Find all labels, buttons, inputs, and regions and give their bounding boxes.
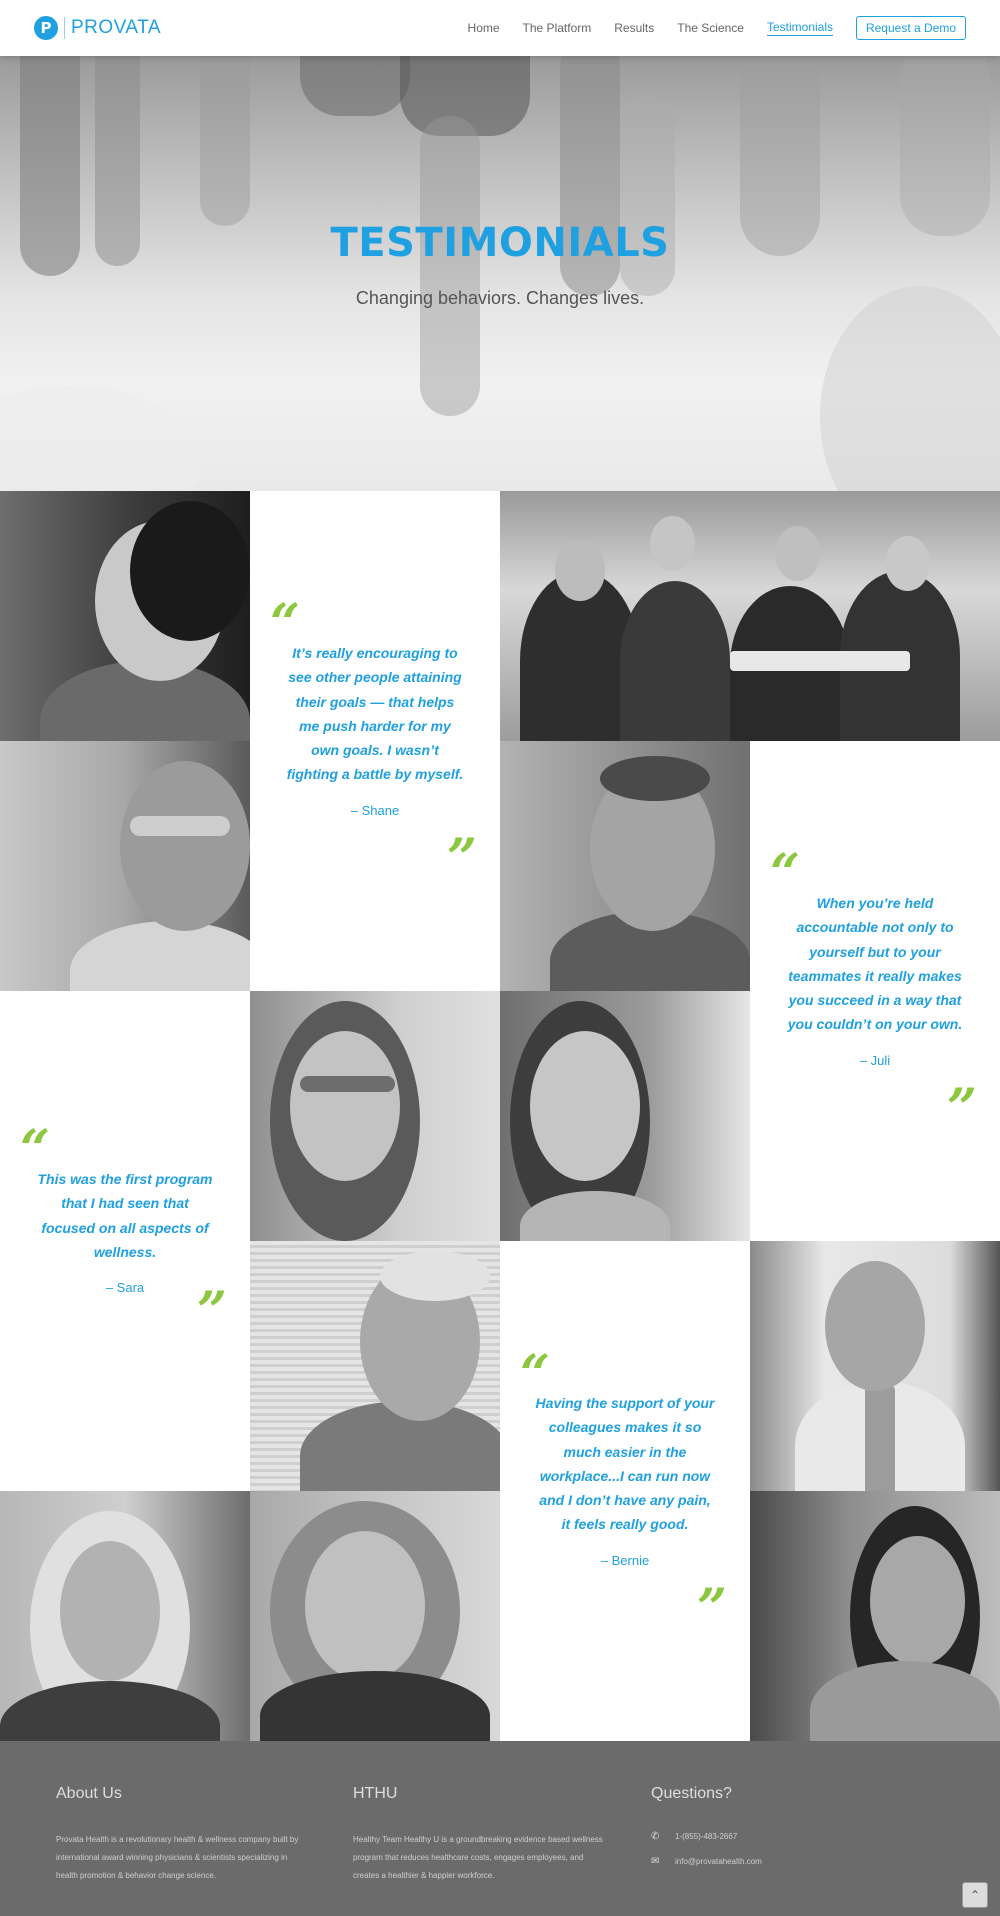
footer: About Us Provata Health is a revolutiona… [0,1741,1000,1916]
footer-hthu-text: Healthy Team Healthy U is a groundbreaki… [353,1835,603,1880]
footer-email[interactable]: ✉ info@provatahealth.com [651,1854,762,1868]
quote-text: Having the support of your colleagues ma… [535,1395,715,1533]
mail-icon: ✉ [651,1855,660,1867]
back-to-top-button[interactable]: ⌃ [962,1882,988,1908]
footer-questions-title: Questions? [651,1785,732,1802]
nav-item-testimonials[interactable]: Testimonials [766,20,833,36]
photo-man-glasses [0,741,250,991]
close-quote-icon: ” [447,828,477,889]
quote-card-bernie: “ Having the support of your colleagues … [500,1241,750,1741]
brand-name: PROVATA [64,17,161,39]
footer-hthu-title: HTHU [353,1785,398,1802]
photo-woman-profile [0,491,250,741]
close-quote-icon: ” [197,1281,227,1342]
quote-author: – Shane [350,802,400,818]
footer-about-title: About Us [56,1785,122,1802]
footer-about-text: Provata Health is a revolutionary health… [56,1835,299,1880]
quote-text: When you’re held accountable not only to… [787,895,963,1033]
phone-number: 1-(855)-483-2667 [675,1831,738,1841]
top-navbar: P PROVATA Home The Platform Results The … [0,0,1000,56]
page-title: TESTIMONIALS [330,220,670,266]
provata-logo-icon: P [34,16,58,40]
phone-icon: ✆ [651,1830,660,1842]
close-quote-icon: ” [947,1078,977,1139]
footer-hthu: HTHU Healthy Team Healthy U is a groundb… [353,1785,603,1885]
footer-questions: Questions? ✆ 1-(855)-483-2667 ✉ info@pro… [651,1785,762,1879]
quote-text: It’s really encouraging to see other peo… [286,645,464,783]
nav-links: Home The Platform Results The Science Te… [468,0,1000,56]
photo-woman-smiling [500,991,750,1241]
quote-author: – Bernie [600,1552,650,1568]
nav-item-home[interactable]: Home [468,21,500,35]
quote-card-juli: “ When you’re held accountable not only … [750,741,1000,1241]
nav-item-platform[interactable]: The Platform [523,21,592,35]
photo-team-meeting [500,491,1000,741]
quote-card-shane: “ It’s really encouraging to see other p… [250,491,500,991]
photo-woman-curly-glasses [250,991,500,1241]
quote-text: This was the first program that I had se… [37,1171,213,1260]
photo-man-plaid [500,741,750,991]
email-address: info@provatahealth.com [675,1856,762,1866]
quote-card-sara: “ This was the first program that I had … [0,991,250,1491]
photo-woman-glasses-badge [250,1491,500,1741]
testimonial-grid: “ It’s really encouraging to see other p… [0,491,1000,1741]
photo-blonde-woman [0,1491,250,1741]
footer-phone[interactable]: ✆ 1-(855)-483-2667 [651,1829,762,1843]
nav-item-results[interactable]: Results [614,21,654,35]
photo-man-tie [750,1241,1000,1491]
quote-author: – Juli [859,1052,891,1068]
photo-older-man [250,1241,500,1491]
close-quote-icon: ” [697,1578,727,1639]
photo-woman-dark-hair [750,1491,1000,1741]
footer-about: About Us Provata Health is a revolutiona… [56,1785,306,1885]
nav-item-science[interactable]: The Science [677,21,744,35]
provata-logo[interactable]: P PROVATA [34,16,161,40]
hero-subtitle: Changing behaviors. Changes lives. [355,288,645,308]
request-demo-button[interactable]: Request a Demo [856,16,966,40]
hero-banner: TESTIMONIALS Changing behaviors. Changes… [0,56,1000,491]
